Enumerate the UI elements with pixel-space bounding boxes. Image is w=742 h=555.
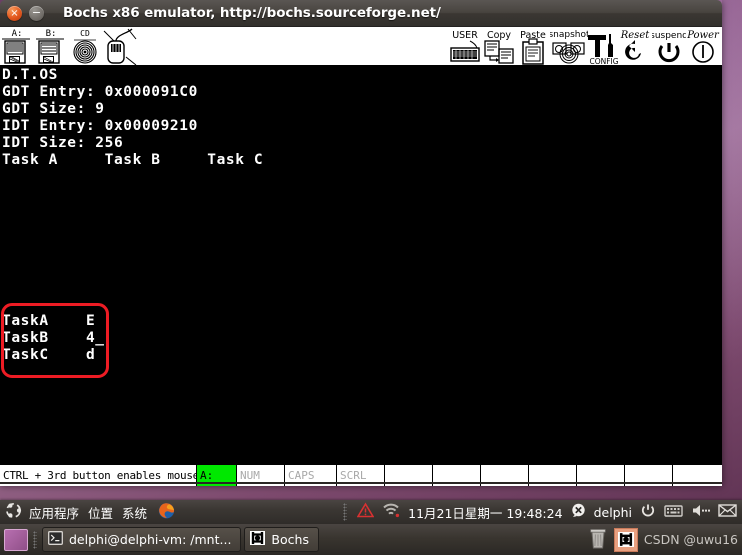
snapshot-button[interactable]: snapshot — [550, 27, 588, 65]
panel-tray-group: 11月21日星期一 19:48:24 delphi — [341, 502, 742, 522]
status-floppy-label: A: — [200, 469, 214, 482]
window-list-grip — [33, 530, 37, 549]
volume-icon[interactable] — [691, 503, 710, 522]
svg-text:suspend: suspend — [652, 31, 686, 41]
svg-text:snapshot: snapshot — [550, 30, 588, 40]
vga-task-output: TaskA E TaskB 4_ TaskC d — [2, 313, 105, 363]
trash-icon[interactable] — [588, 527, 608, 553]
bochs-window[interactable]: × − Bochs x86 emulator, http://bochs.sou… — [0, 0, 722, 486]
bochs-tray-icon[interactable] — [613, 527, 638, 552]
ubuntu-logo-icon[interactable] — [5, 502, 22, 523]
csdn-watermark: CSDN @uwu16 — [643, 532, 738, 547]
minimize-button[interactable]: − — [29, 5, 44, 21]
mail-icon[interactable] — [718, 503, 737, 522]
window-bottom-border — [0, 482, 722, 484]
bochs-icon — [250, 531, 266, 548]
power-icon[interactable] — [640, 502, 656, 522]
cdrom-button[interactable]: CD — [68, 27, 102, 65]
svg-text:Copy: Copy — [487, 30, 511, 41]
close-icon: × — [10, 7, 19, 19]
menu-applications[interactable]: 应用程序 — [29, 503, 79, 522]
svg-text:USER: USER — [452, 30, 478, 41]
gnome-top-panel: 应用程序 位置 系统 11月21日星期一 19:48:24 delphi — [0, 500, 742, 524]
user-button[interactable]: USER — [448, 27, 482, 65]
task-terminal-label: delphi@delphi-vm: /mnt... — [69, 532, 232, 547]
show-desktop-button[interactable] — [4, 528, 28, 551]
user-avatar-icon[interactable] — [571, 503, 586, 522]
svg-text:Reset: Reset — [620, 30, 650, 41]
panel-menu-group: 应用程序 位置 系统 — [0, 501, 176, 524]
panel-grip — [343, 503, 348, 521]
svg-text:CONFIG: CONFIG — [589, 57, 618, 65]
svg-text:Power: Power — [686, 30, 720, 41]
suspend-button[interactable]: suspend — [652, 27, 686, 65]
power-button[interactable]: Power — [686, 27, 720, 65]
svg-text:B:: B: — [46, 29, 57, 39]
close-button[interactable]: × — [7, 5, 22, 21]
task-bochs[interactable]: Bochs — [244, 527, 319, 552]
vga-display[interactable]: D.T.OS GDT Entry: 0x000091C0 GDT Size: 9… — [0, 66, 722, 464]
floppy-a-button[interactable]: A: — [0, 27, 34, 65]
network-icon[interactable] — [382, 502, 400, 522]
menu-places[interactable]: 位置 — [88, 503, 113, 522]
gnome-window-list-panel: delphi@delphi-vm: /mnt... Bochs CSDN @uw… — [0, 524, 742, 555]
menu-system[interactable]: 系统 — [122, 503, 147, 522]
mouse-button[interactable] — [102, 27, 137, 65]
window-list-right-group: CSDN @uwu16 — [588, 527, 742, 553]
toolbar-left-group: A: B: CD — [0, 27, 137, 65]
panel-username[interactable]: delphi — [594, 505, 632, 520]
warning-icon[interactable] — [356, 502, 375, 522]
bochs-toolbar: A: B: CD USER Copy Paste snapshot CONFIG… — [0, 27, 722, 66]
task-terminal[interactable]: delphi@delphi-vm: /mnt... — [42, 527, 242, 552]
task-bochs-label: Bochs — [271, 532, 309, 547]
keyboard-icon[interactable] — [664, 503, 683, 522]
svg-text:A:: A: — [12, 29, 23, 39]
firefox-icon[interactable] — [157, 501, 176, 524]
reset-button[interactable]: Reset — [618, 27, 652, 65]
panel-clock[interactable]: 11月21日星期一 19:48:24 — [408, 503, 562, 522]
vga-console-text: D.T.OS GDT Entry: 0x000091C0 GDT Size: 9… — [2, 67, 264, 168]
window-title: Bochs x86 emulator, http://bochs.sourcef… — [63, 5, 441, 21]
copy-button[interactable]: Copy — [482, 27, 516, 65]
config-button[interactable]: CONFIG — [584, 27, 618, 65]
svg-text:CD: CD — [80, 29, 90, 38]
window-titlebar[interactable]: × − Bochs x86 emulator, http://bochs.sou… — [0, 0, 722, 27]
terminal-icon — [48, 531, 63, 548]
desktop-screen: × − Bochs x86 emulator, http://bochs.sou… — [0, 0, 742, 555]
paste-button[interactable]: Paste — [516, 27, 550, 65]
toolbar-right-group: USER Copy Paste snapshot CONFIG Reset su… — [448, 27, 720, 65]
minimize-icon: − — [31, 5, 42, 19]
floppy-b-button[interactable]: B: — [34, 27, 68, 65]
